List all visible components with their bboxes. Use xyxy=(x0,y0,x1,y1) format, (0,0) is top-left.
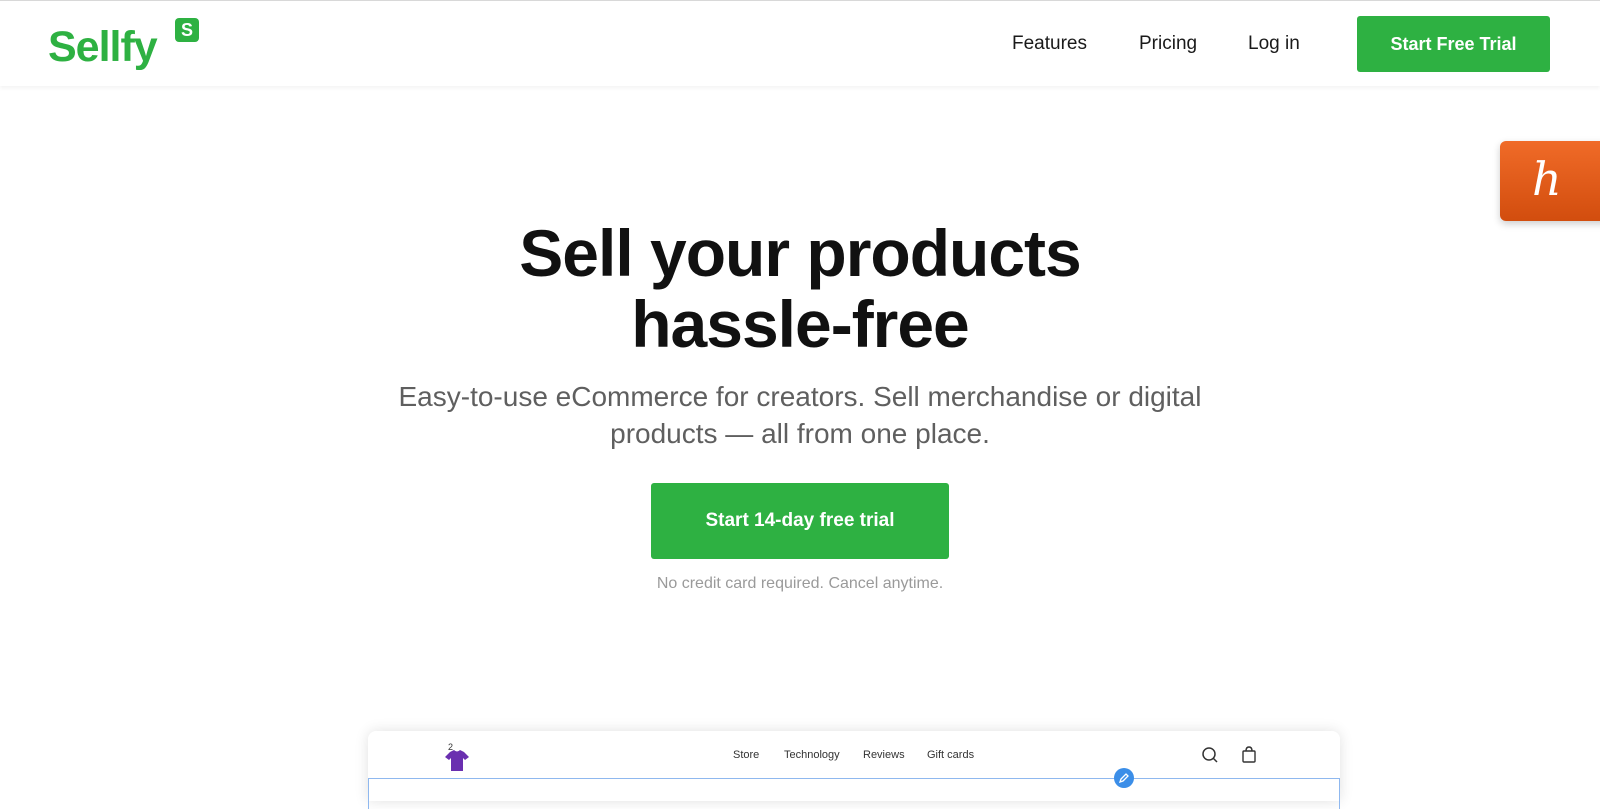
hero-subtitle-line1: Easy-to-use eCommerce for creators. Sell… xyxy=(398,381,1202,412)
honey-extension-button[interactable]: h xyxy=(1500,141,1600,221)
tshirt-icon xyxy=(445,750,469,771)
preview-nav-technology[interactable]: Technology xyxy=(784,748,840,762)
start-trial-button[interactable]: Start 14-day free trial xyxy=(651,483,949,559)
nav-features-link[interactable]: Features xyxy=(1012,32,1087,56)
cart-icon[interactable] xyxy=(1239,745,1259,765)
hero-title-line1: Sell your products xyxy=(519,216,1081,290)
hero-note: No credit card required. Cancel anytime. xyxy=(656,575,944,592)
preview-edit-frame xyxy=(368,778,1340,809)
hero-title-line2: hassle-free xyxy=(631,287,970,361)
cart-count: 2 xyxy=(448,742,454,752)
nav-pricing-link[interactable]: Pricing xyxy=(1139,32,1197,56)
hero-subtitle-line2: products — all from one place. xyxy=(610,418,990,449)
honey-extension-icon: h xyxy=(1532,152,1562,206)
hero-title: Sell your products hassle-free xyxy=(0,218,1600,360)
store-preview: 2 Store Technology Reviews Gift cards xyxy=(368,731,1340,809)
edit-icon[interactable] xyxy=(1114,768,1134,788)
start-free-trial-button[interactable]: Start Free Trial xyxy=(1357,16,1550,72)
preview-nav-store[interactable]: Store xyxy=(733,748,759,762)
site-header: Sellfy S Features Pricing Log in Start F… xyxy=(0,1,1600,86)
preview-nav-gift-cards[interactable]: Gift cards xyxy=(927,748,974,762)
main-nav: Features Pricing Log in Start Free Trial xyxy=(0,1,1600,86)
search-icon[interactable] xyxy=(1200,745,1220,765)
nav-login-link[interactable]: Log in xyxy=(1248,32,1300,56)
preview-nav-reviews[interactable]: Reviews xyxy=(863,748,905,762)
hero-subtitle: Easy-to-use eCommerce for creators. Sell… xyxy=(360,378,1240,452)
